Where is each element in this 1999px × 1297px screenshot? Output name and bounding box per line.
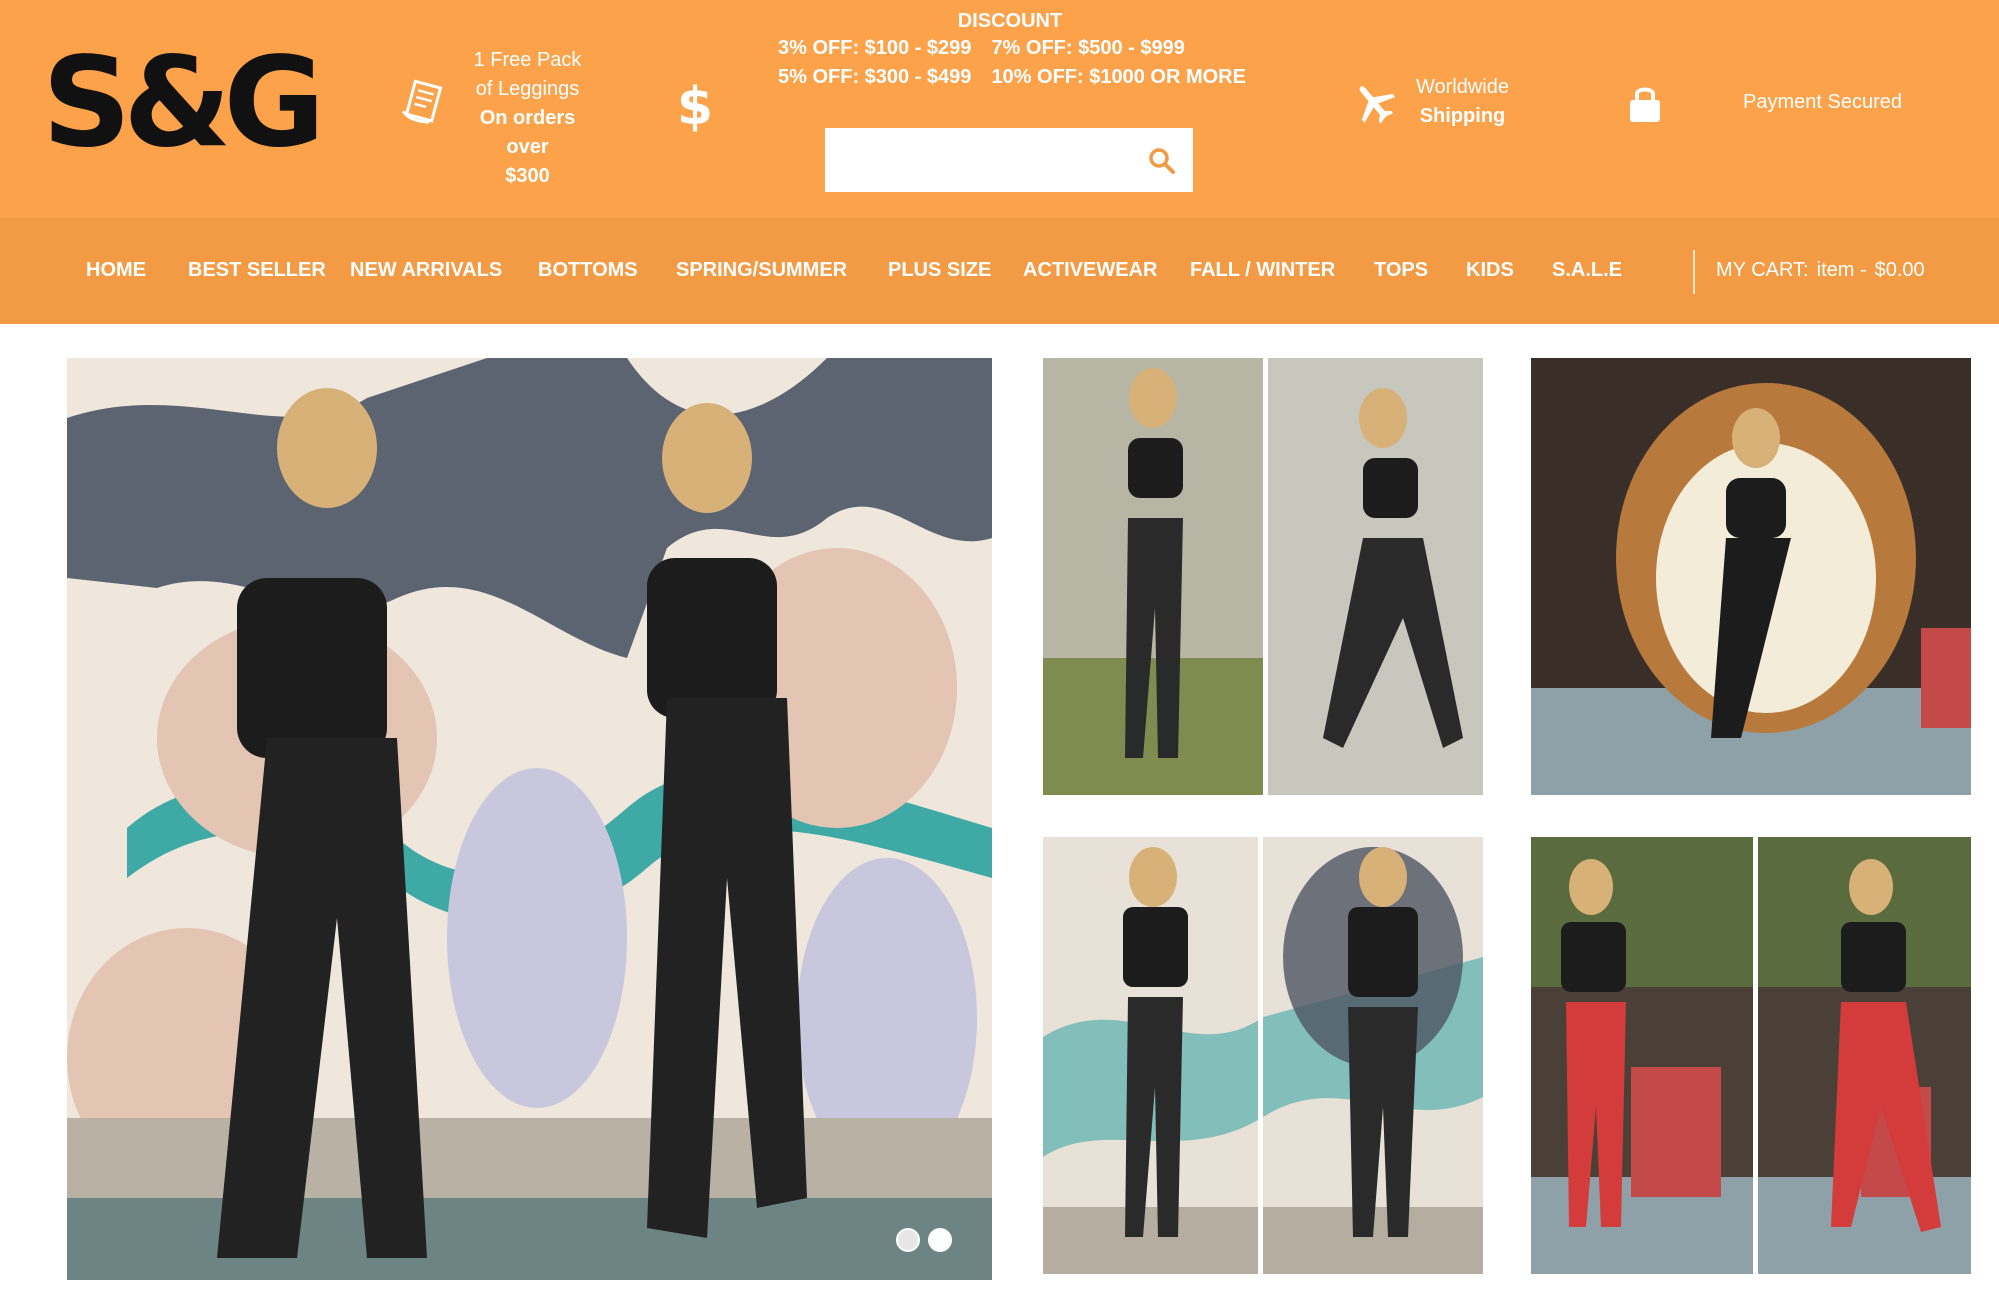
nav-item-home[interactable]: HOME: [86, 256, 146, 284]
free-pack-line2: of Leggings: [475, 78, 580, 100]
nav-item-new-arrivals[interactable]: NEW ARRIVALS: [350, 256, 502, 284]
cart-item-count[interactable]: item -: [1817, 259, 1867, 281]
svg-text:$: $: [677, 77, 713, 134]
shipping-promo: Worldwide Shipping: [1400, 73, 1525, 131]
nav-divider: [1693, 250, 1695, 294]
shipping-line2: Shipping: [1419, 105, 1506, 127]
discount-tier-1: 3% OFF: $100 - $299: [778, 37, 972, 59]
free-pack-line4: over: [506, 136, 549, 158]
nav-item-fall-winter[interactable]: FALL / WINTER: [1190, 256, 1335, 284]
cart-total[interactable]: $0.00: [1875, 259, 1925, 281]
discount-tier-2: 7% OFF: $500 - $999: [991, 37, 1185, 59]
product-photo: [1043, 837, 1483, 1274]
nav-item-spring-summer[interactable]: SPRING/SUMMER: [676, 256, 847, 284]
product-photo: [1531, 358, 1971, 795]
product-tile-egg-chair[interactable]: [1531, 358, 1971, 795]
product-tile-plaid-pants[interactable]: [1531, 837, 1971, 1274]
airplane-icon: [1359, 86, 1396, 124]
nav-item-best-seller[interactable]: BEST SELLER: [188, 256, 326, 284]
slider-dot-2[interactable]: [928, 1228, 952, 1252]
discount-tier-3: 5% OFF: $300 - $499: [778, 66, 972, 88]
free-pack-line1: 1 Free Pack: [473, 49, 582, 71]
slider-dot-1[interactable]: [896, 1228, 920, 1252]
cart-summary[interactable]: MY CART: item - $0.00: [1716, 256, 1925, 284]
cart-label[interactable]: MY CART:: [1716, 259, 1809, 281]
nav-item-sale[interactable]: S.A.L.E: [1552, 256, 1622, 284]
product-photo: [1043, 358, 1483, 795]
nav-item-tops[interactable]: TOPS: [1374, 256, 1428, 284]
nav-item-kids[interactable]: KIDS: [1466, 256, 1514, 284]
nav-item-bottoms[interactable]: BOTTOMS: [538, 256, 638, 284]
nav-item-activewear[interactable]: ACTIVEWEAR: [1023, 256, 1157, 284]
product-tile-leggings[interactable]: [1043, 358, 1483, 795]
top-header: S&G 1 Free Pack of Leggings On orders ov…: [0, 0, 1999, 218]
logo-text[interactable]: S&G: [42, 38, 325, 168]
discount-tier-4: 10% OFF: $1000 OR MORE: [991, 66, 1246, 88]
brand-logo[interactable]: S&G: [42, 38, 325, 168]
free-pack-promo: 1 Free Pack of Leggings On orders over $…: [445, 46, 610, 191]
discount-table: DISCOUNT 3% OFF: $100 - $299 7% OFF: $50…: [770, 8, 1250, 92]
product-tile-active-set[interactable]: [1043, 837, 1483, 1274]
lock-icon: [1630, 87, 1660, 122]
hero-banner[interactable]: [67, 358, 992, 1280]
search-icon[interactable]: [1147, 146, 1177, 176]
free-pack-line5: $300: [505, 165, 550, 187]
payment-secured: Payment Secured: [1730, 88, 1915, 117]
receipt-icon: [401, 79, 443, 124]
shipping-line1: Worldwide: [1416, 76, 1509, 98]
product-photo: [1531, 837, 1971, 1274]
main-nav: HOME BEST SELLER NEW ARRIVALS BOTTOMS SP…: [0, 218, 1999, 324]
search-input[interactable]: [825, 128, 1193, 192]
free-pack-line3: On orders: [479, 107, 576, 129]
payment-label: Payment Secured: [1743, 91, 1902, 113]
nav-item-plus-size[interactable]: PLUS SIZE: [888, 256, 991, 284]
dollar-icon: $: [677, 77, 713, 134]
discount-title: DISCOUNT: [957, 10, 1063, 32]
hero-photo: [67, 358, 992, 1280]
